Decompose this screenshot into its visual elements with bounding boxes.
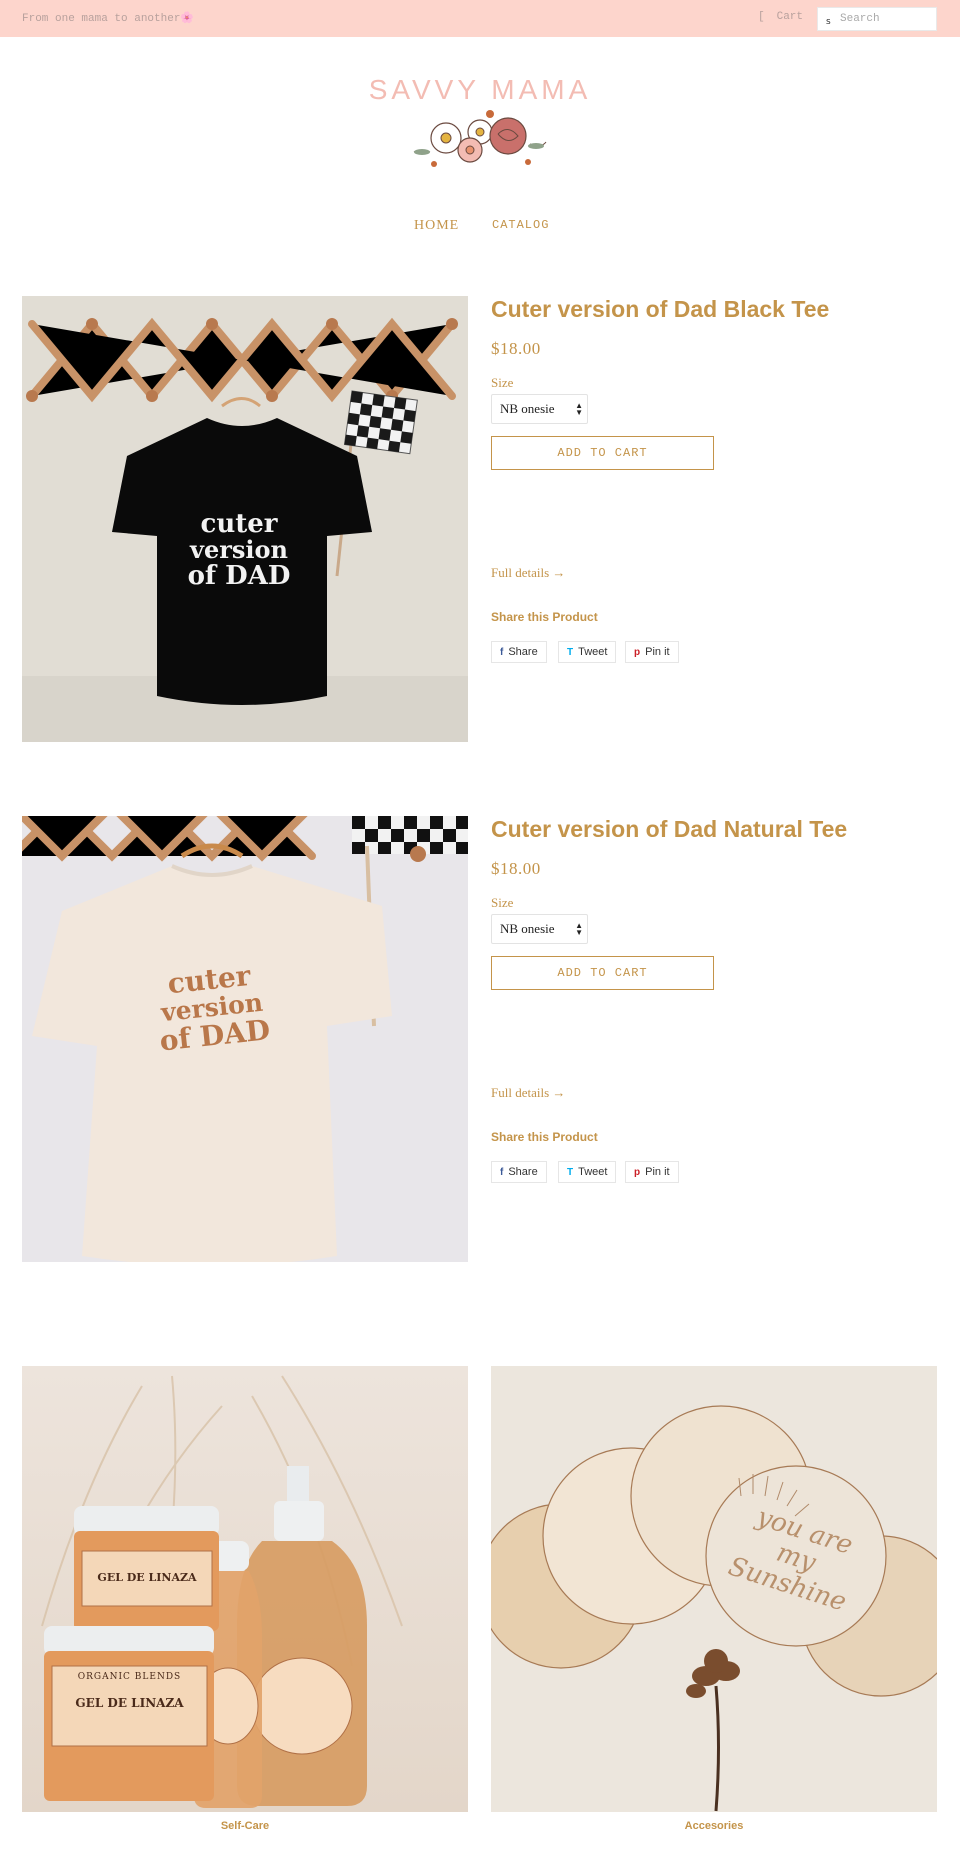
size-label: Size <box>491 895 514 910</box>
add-to-cart-button[interactable]: ADD TO CART <box>491 436 714 470</box>
shirt-graphic-line-1: cuter <box>200 509 278 539</box>
nav-catalog[interactable]: CATALOG <box>492 218 549 232</box>
share-facebook-button[interactable]: f Share <box>491 641 547 663</box>
product-image-black-tee[interactable]: cuter version of DAD <box>22 296 468 742</box>
shirt-graphic-line-3: of DAD <box>187 561 291 591</box>
select-arrows-icon: ▲ ▼ <box>575 401 583 417</box>
share-pinterest-label: Pin it <box>645 646 670 658</box>
size-select[interactable]: NB onesie ▲ ▼ <box>491 914 588 944</box>
share-twitter-label: Tweet <box>578 1166 608 1178</box>
full-details-link[interactable]: Full details → <box>491 1085 565 1101</box>
cart-link[interactable]: [ Cart <box>758 11 803 23</box>
collection-label-accesories[interactable]: Accesories <box>491 1820 937 1832</box>
size-select-value: NB onesie <box>500 921 555 936</box>
pinterest-icon: p <box>634 647 641 658</box>
product-title[interactable]: Cuter version of Dad Black Tee <box>491 296 829 323</box>
search-icon[interactable]: s <box>826 17 831 27</box>
share-pinterest-label: Pin it <box>645 1166 670 1178</box>
flower-logo-icon[interactable] <box>410 108 550 172</box>
announcement-bar: From one mama to another🌸 [ Cart s <box>0 0 960 37</box>
facebook-icon: f <box>500 647 504 658</box>
size-select-value: NB onesie <box>500 401 555 416</box>
twitter-icon: T <box>567 647 574 658</box>
nav-home[interactable]: HOME <box>414 218 459 234</box>
collection-image-accesories[interactable]: you are my Sunshine <box>491 1366 937 1812</box>
select-arrows-icon: ▲ ▼ <box>575 921 583 937</box>
shirt-graphic-line-2: version <box>190 535 288 564</box>
product-image-natural-tee[interactable]: cuter version of DAD <box>22 816 468 1262</box>
share-pinterest-button[interactable]: p Pin it <box>625 1161 679 1183</box>
collection-image-self-care[interactable]: GEL DE LINAZA ORGANIC BLENDS GEL DE LINA… <box>22 1366 468 1812</box>
product-brand-text: ORGANIC BLENDS <box>77 1672 182 1682</box>
share-pinterest-button[interactable]: p Pin it <box>625 641 679 663</box>
facebook-icon: f <box>500 1167 504 1178</box>
store-logo-text[interactable]: SAVVY MAMA <box>0 74 960 106</box>
share-facebook-label: Share <box>508 646 538 658</box>
cart-label: Cart <box>776 11 804 23</box>
cart-icon: [ <box>758 11 765 23</box>
pinterest-icon: p <box>634 1167 641 1178</box>
full-details-link[interactable]: Full details → <box>491 565 565 581</box>
share-twitter-label: Tweet <box>578 646 608 658</box>
size-label: Size <box>491 375 514 390</box>
share-facebook-button[interactable]: f Share <box>491 1161 547 1183</box>
share-title: Share this Product <box>491 610 598 624</box>
product-label-text: GEL DE LINAZA <box>97 1571 197 1584</box>
add-to-cart-button[interactable]: ADD TO CART <box>491 956 714 990</box>
collection-label-self-care[interactable]: Self-Care <box>22 1820 468 1832</box>
size-select[interactable]: NB onesie ▲ ▼ <box>491 394 588 424</box>
search-box[interactable]: s <box>817 7 937 31</box>
product-title[interactable]: Cuter version of Dad Natural Tee <box>491 816 847 843</box>
product-price: $18.00 <box>491 339 541 358</box>
product-label-text: GEL DE LINAZA <box>75 1696 184 1710</box>
search-input[interactable] <box>840 11 932 27</box>
announcement-message: From one mama to another🌸 <box>22 13 195 25</box>
product-price: $18.00 <box>491 859 541 878</box>
share-twitter-button[interactable]: T Tweet <box>558 1161 617 1183</box>
share-facebook-label: Share <box>508 1166 538 1178</box>
twitter-icon: T <box>567 1167 574 1178</box>
share-twitter-button[interactable]: T Tweet <box>558 641 617 663</box>
share-title: Share this Product <box>491 1130 598 1144</box>
